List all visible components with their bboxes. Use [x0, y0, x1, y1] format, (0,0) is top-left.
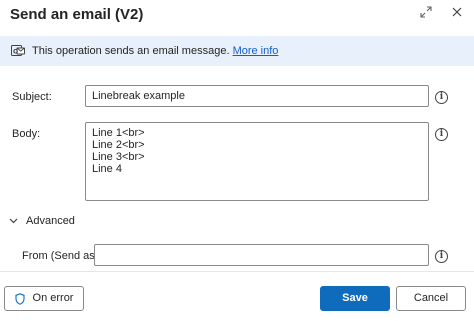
close-icon[interactable] [449, 6, 465, 22]
subject-input[interactable]: Linebreak example [85, 85, 429, 107]
body-line: Line 2<br> [92, 139, 145, 151]
svg-text:O: O [13, 49, 18, 56]
cancel-button[interactable]: Cancel [396, 286, 466, 311]
advanced-label: Advanced [26, 215, 75, 227]
on-error-label: On error [32, 292, 74, 304]
body-label: Body: [12, 128, 41, 140]
footer-divider [0, 271, 474, 272]
from-input[interactable] [94, 244, 429, 266]
body-line: Line 4 [92, 163, 122, 175]
dialog-title: Send an email (V2) [10, 6, 144, 23]
info-message: This operation sends an email message. M… [32, 45, 278, 57]
from-info-icon[interactable]: i [435, 250, 448, 263]
mail-info-icon: O [11, 44, 25, 58]
advanced-toggle[interactable]: Advanced [9, 215, 75, 227]
body-info-icon[interactable]: i [435, 128, 448, 141]
chevron-down-icon [9, 216, 18, 226]
subject-info-icon[interactable]: i [435, 91, 448, 104]
from-label: From (Send as): [22, 250, 102, 262]
body-line: Line 3<br> [92, 151, 145, 163]
info-text: This operation sends an email message. [32, 45, 230, 57]
expand-icon[interactable] [418, 6, 434, 22]
dialog-header: Send an email (V2) [0, 0, 474, 32]
info-bar: O This operation sends an email message.… [0, 36, 474, 66]
on-error-button[interactable]: On error [4, 286, 84, 311]
subject-label: Subject: [12, 91, 52, 103]
save-button[interactable]: Save [320, 286, 390, 311]
shield-icon [14, 291, 25, 305]
body-textarea[interactable]: Line 1<br> Line 2<br> Line 3<br> Line 4 [85, 122, 429, 201]
more-info-link[interactable]: More info [233, 45, 279, 57]
body-line: Line 1<br> [92, 127, 145, 139]
